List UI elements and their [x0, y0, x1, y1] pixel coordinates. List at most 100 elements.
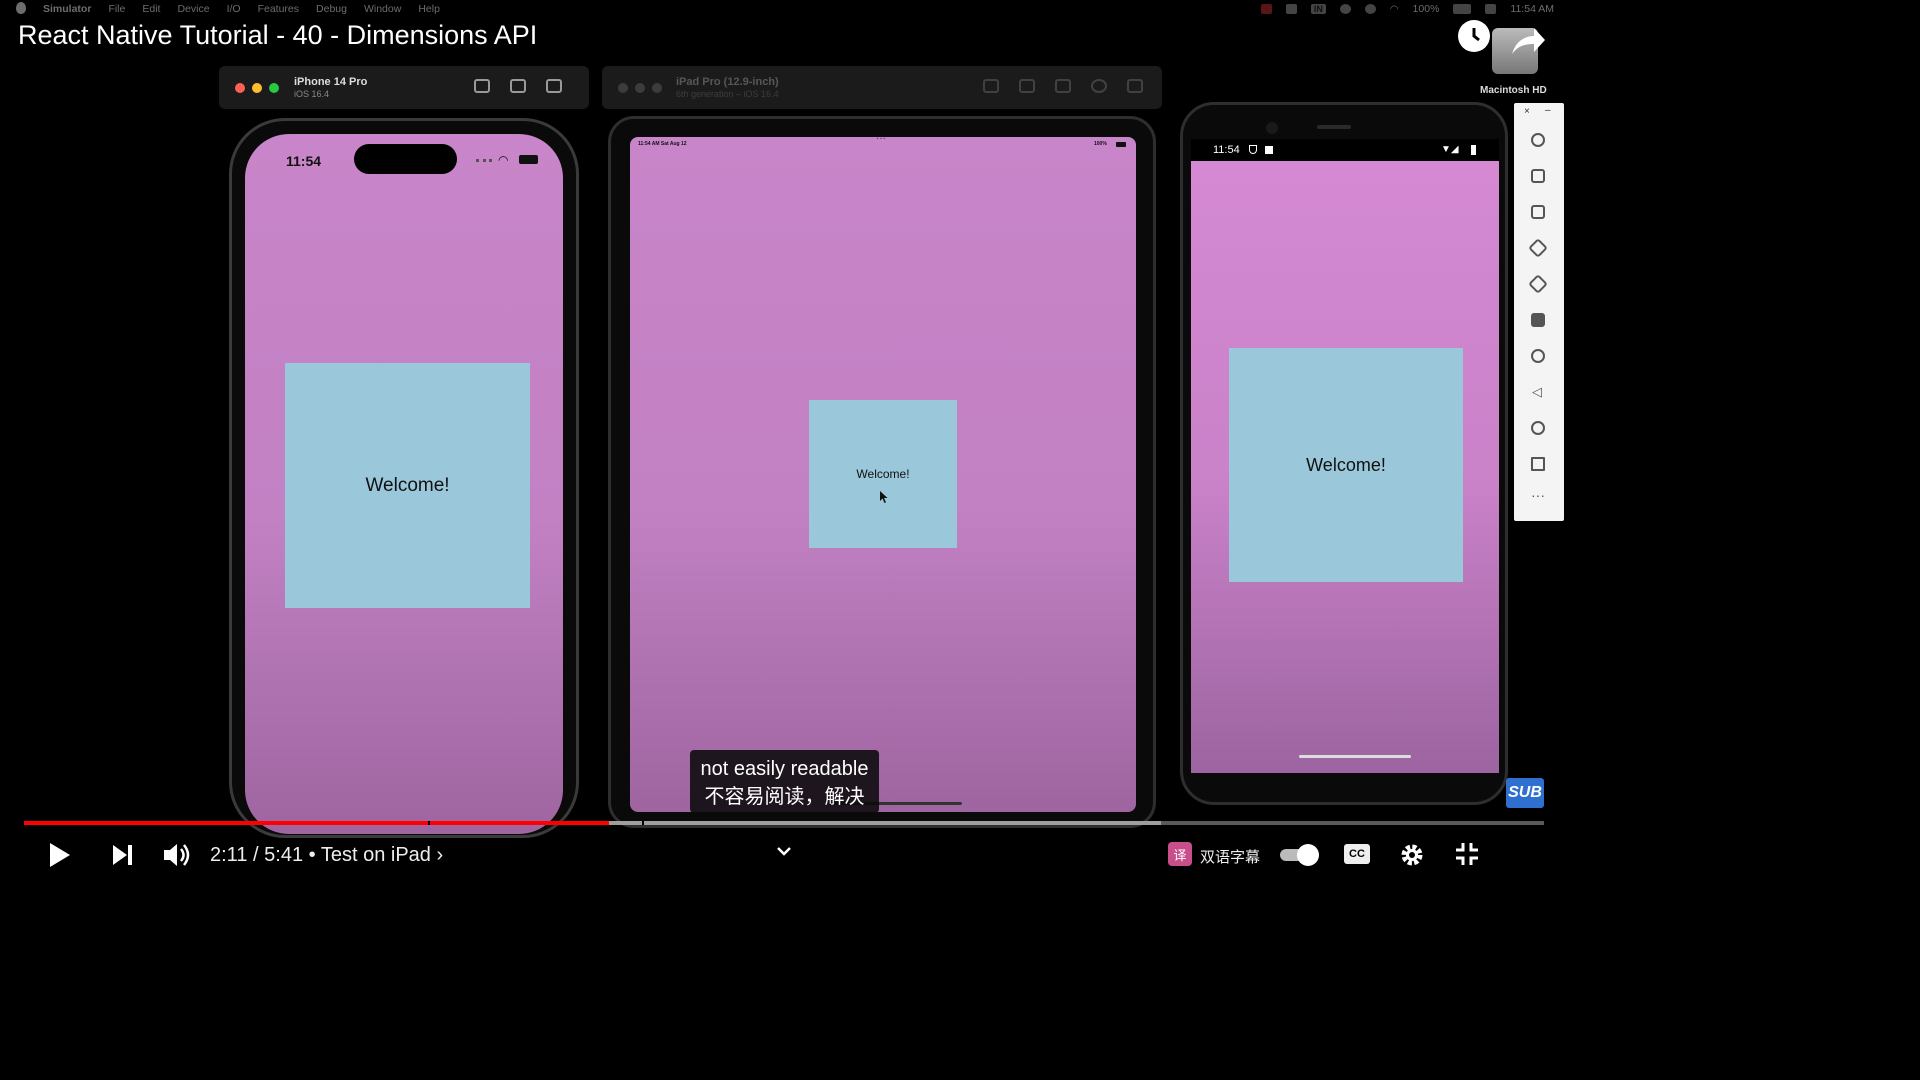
caption-english: not easily readable: [700, 758, 869, 780]
menu-debug[interactable]: Debug: [316, 3, 347, 15]
device-os: 6th generation – iOS 16.4: [676, 89, 779, 99]
chapter-marker: [642, 821, 644, 825]
wifi-icon[interactable]: ◠: [1390, 4, 1399, 15]
android-device: Welcome! 11:54 ▼◢: [1180, 102, 1508, 805]
home-icon[interactable]: [474, 79, 490, 93]
battery-icon: [1471, 145, 1476, 155]
toggle-knob: [1297, 844, 1319, 866]
signal-icon: [476, 159, 492, 162]
battery-percent: 100%: [1412, 3, 1440, 15]
android-screen[interactable]: Welcome!: [1191, 139, 1499, 773]
time-display: 2:11 / 5:41 • Test on iPad ›: [210, 844, 443, 867]
autoplay-toggle[interactable]: [1280, 844, 1322, 866]
multitasking-icon[interactable]: ···: [876, 137, 886, 144]
close-button[interactable]: [618, 83, 628, 93]
status-time: 11:54 AM Sat Aug 12: [638, 141, 687, 147]
bilingual-subtitle-label[interactable]: 双语字幕: [1200, 846, 1260, 867]
simulator-titlebar-iphone[interactable]: iPhone 14 Pro iOS 16.4: [219, 66, 589, 109]
dynamic-island: [354, 144, 457, 174]
rotate-right-icon[interactable]: [1528, 274, 1548, 294]
chapter-title[interactable]: • Test on iPad ›: [309, 844, 443, 866]
play-status-icon[interactable]: [1339, 4, 1351, 14]
zoom-button[interactable]: [269, 83, 279, 93]
time-separator: /: [253, 844, 259, 866]
player-controls: 2:11 / 5:41 • Test on iPad › 译 双语字幕 CC: [0, 830, 1568, 882]
menu-features[interactable]: Features: [258, 3, 299, 15]
rotate-left-icon[interactable]: [1528, 238, 1548, 258]
zoom-button[interactable]: [652, 83, 662, 93]
simulator-titlebar-ipad[interactable]: iPad Pro (12.9-inch) 6th generation – iO…: [602, 66, 1162, 109]
progress-bar[interactable]: [24, 821, 1544, 825]
video-title[interactable]: React Native Tutorial - 40 - Dimensions …: [18, 20, 537, 51]
stop-icon[interactable]: [1127, 79, 1143, 93]
zoom-icon[interactable]: [1531, 349, 1545, 363]
menu-app[interactable]: Simulator: [43, 3, 91, 15]
earpiece-speaker: [1317, 125, 1351, 129]
screenshot-icon[interactable]: [510, 79, 526, 93]
control-center-icon[interactable]: [1485, 4, 1497, 14]
menu-help[interactable]: Help: [418, 3, 440, 15]
welcome-text: Welcome!: [365, 474, 450, 496]
window-controls: [235, 83, 279, 93]
user-icon[interactable]: [1364, 4, 1376, 14]
screenshot-icon[interactable]: [1019, 79, 1035, 93]
watch-later-icon[interactable]: [1458, 20, 1490, 52]
more-icon[interactable]: ···: [1531, 487, 1545, 503]
menu-window[interactable]: Window: [364, 3, 401, 15]
rotate-icon[interactable]: [1055, 79, 1071, 93]
iphone-device: 11:54 ◠ Welcome!: [229, 118, 579, 838]
bilingual-subtitle-icon[interactable]: 译: [1168, 842, 1192, 866]
captions-button[interactable]: CC: [1344, 844, 1370, 864]
welcome-box: Welcome!: [285, 363, 530, 608]
back-icon[interactable]: ◁: [1532, 384, 1542, 400]
current-time: 2:11: [210, 844, 248, 866]
simulator-toolbar: [474, 79, 562, 93]
record-icon[interactable]: [1260, 4, 1272, 14]
camera-icon[interactable]: [1531, 313, 1545, 327]
close-icon[interactable]: ×: [1524, 106, 1530, 117]
battery-icon: [1116, 142, 1126, 147]
iphone-screen[interactable]: 11:54 ◠ Welcome!: [245, 134, 563, 834]
disk-label: Macintosh HD: [1480, 85, 1547, 96]
menu-io[interactable]: I/O: [227, 3, 241, 15]
rotate-icon[interactable]: [546, 79, 562, 93]
volume-up-icon[interactable]: [1531, 169, 1545, 183]
status-time: 11:54: [286, 153, 322, 169]
volume-icon[interactable]: [163, 842, 191, 873]
brightness-icon[interactable]: [1091, 79, 1107, 93]
caption-box: not easily readable 不容易阅读，解决: [690, 750, 879, 813]
menu-file[interactable]: File: [108, 3, 125, 15]
menu-device[interactable]: Device: [177, 3, 209, 15]
front-camera: [1266, 122, 1278, 134]
volume-down-icon[interactable]: [1531, 205, 1545, 219]
gesture-bar[interactable]: [1299, 755, 1411, 758]
power-icon[interactable]: [1531, 133, 1545, 147]
play-icon[interactable]: [48, 842, 72, 873]
input-badge[interactable]: IN: [1310, 4, 1326, 14]
close-button[interactable]: [235, 83, 245, 93]
next-icon[interactable]: [112, 844, 134, 871]
android-statusbar: 11:54 ▼◢: [1191, 139, 1499, 161]
battery-icon[interactable]: [1453, 4, 1472, 14]
home-circle-icon[interactable]: [1531, 421, 1545, 435]
menubar-clock[interactable]: 11:54 AM: [1510, 3, 1554, 15]
settings-icon[interactable]: [1399, 842, 1425, 873]
chevron-down-icon[interactable]: [777, 844, 791, 862]
exit-fullscreen-icon[interactable]: [1455, 842, 1479, 871]
extension-icon[interactable]: [1285, 4, 1297, 14]
home-icon[interactable]: [983, 79, 999, 93]
minimize-button[interactable]: [252, 83, 262, 93]
overview-icon[interactable]: [1531, 457, 1545, 471]
menu-edit[interactable]: Edit: [142, 3, 160, 15]
apple-icon[interactable]: [16, 2, 26, 14]
welcome-text: Welcome!: [856, 467, 910, 481]
minimize-icon[interactable]: –: [1545, 105, 1551, 116]
device-name: iPhone 14 Pro: [294, 76, 368, 88]
ipad-screen[interactable]: 11:54 AM Sat Aug 12 ··· 100% Welcome!: [630, 137, 1136, 812]
cursor-icon: [879, 490, 889, 509]
device-name: iPad Pro (12.9-inch): [676, 76, 779, 88]
minimize-button[interactable]: [635, 83, 645, 93]
signal-icon: ▼◢: [1441, 144, 1459, 155]
share-icon[interactable]: [1510, 26, 1546, 61]
chapter-marker: [428, 821, 430, 825]
